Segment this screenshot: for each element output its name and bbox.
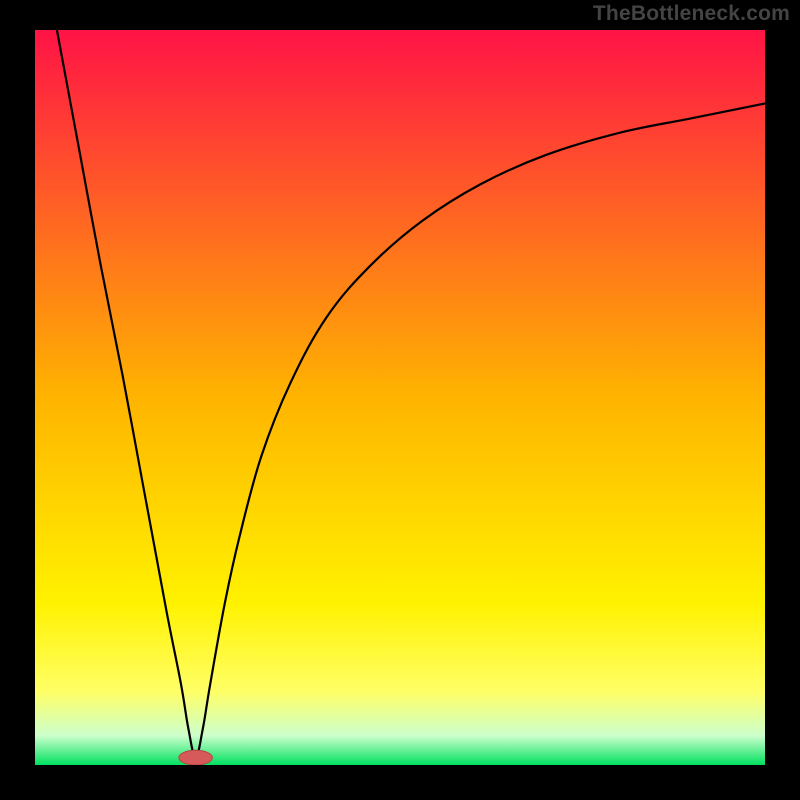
plot-area — [35, 30, 765, 765]
gradient-background — [35, 30, 765, 765]
chart-svg — [35, 30, 765, 765]
chart-container: TheBottleneck.com — [0, 0, 800, 800]
minimum-marker — [179, 750, 213, 765]
attribution-label: TheBottleneck.com — [593, 2, 790, 26]
